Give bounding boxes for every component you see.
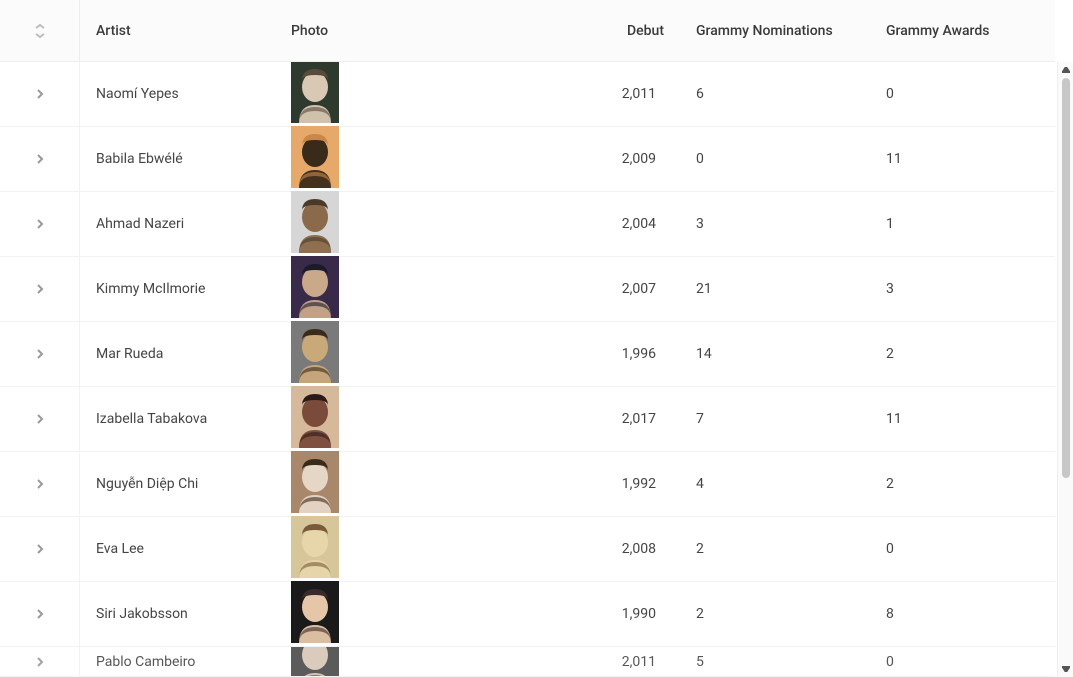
table-body: Naomí Yepes 2,011 6 0 Babila Ebwélé 2,00… (0, 62, 1055, 677)
column-header-awards[interactable]: Grammy Awards (870, 23, 1055, 39)
expand-row-cell (0, 62, 80, 126)
artist-photo (291, 647, 339, 677)
artist-photo (291, 516, 339, 578)
table-row: Nguyễn Diệp Chi 1,992 4 2 (0, 452, 1055, 517)
chevron-right-icon[interactable] (29, 408, 51, 430)
award-count: 1 (870, 216, 1055, 232)
artist-photo (291, 386, 339, 448)
artist-photo (291, 256, 339, 318)
debut-year: 2,017 (575, 411, 680, 427)
chevron-right-icon[interactable] (29, 603, 51, 625)
artist-photo (291, 581, 339, 643)
award-count: 3 (870, 281, 1055, 297)
expand-all-toggle[interactable] (0, 0, 80, 61)
debut-year: 2,011 (575, 86, 680, 102)
table-row: Izabella Tabakova 2,017 7 11 (0, 387, 1055, 452)
chevron-right-icon[interactable] (29, 148, 51, 170)
expand-row-cell (0, 127, 80, 191)
award-count: 0 (870, 654, 1055, 670)
artist-name: Ahmad Nazeri (80, 216, 275, 232)
scroll-down-arrow[interactable] (1058, 661, 1073, 677)
table-row: Siri Jakobsson 1,990 2 8 (0, 582, 1055, 647)
chevron-right-icon[interactable] (29, 651, 51, 673)
award-count: 11 (870, 151, 1055, 167)
artist-photo (291, 126, 339, 188)
expand-row-cell (0, 647, 80, 676)
expand-row-cell (0, 452, 80, 516)
column-header-nominations[interactable]: Grammy Nominations (680, 23, 870, 39)
table-row: Kimmy McIlmorie 2,007 21 3 (0, 257, 1055, 322)
nomination-count: 4 (680, 476, 870, 492)
debut-year: 2,011 (575, 654, 680, 670)
award-count: 2 (870, 346, 1055, 362)
debut-year: 2,008 (575, 541, 680, 557)
expand-row-cell (0, 192, 80, 256)
chevron-right-icon[interactable] (29, 278, 51, 300)
scrollbar-thumb[interactable] (1062, 78, 1070, 478)
artist-table: Artist Photo Debut Grammy Nominations Gr… (0, 0, 1073, 677)
nomination-count: 5 (680, 654, 870, 670)
nomination-count: 6 (680, 86, 870, 102)
nomination-count: 2 (680, 541, 870, 557)
debut-year: 1,996 (575, 346, 680, 362)
artist-name: Pablo Cambeiro (80, 654, 275, 670)
table-row: Mar Rueda 1,996 14 2 (0, 322, 1055, 387)
scroll-up-arrow[interactable] (1058, 62, 1073, 78)
table-row: Babila Ebwélé 2,009 0 11 (0, 127, 1055, 192)
nomination-count: 2 (680, 606, 870, 622)
award-count: 0 (870, 541, 1055, 557)
expand-row-cell (0, 517, 80, 581)
chevron-right-icon[interactable] (29, 213, 51, 235)
column-header-artist[interactable]: Artist (80, 23, 275, 39)
debut-year: 2,007 (575, 281, 680, 297)
artist-photo (291, 62, 339, 123)
artist-name: Mar Rueda (80, 346, 275, 362)
expand-row-cell (0, 387, 80, 451)
table-row: Naomí Yepes 2,011 6 0 (0, 62, 1055, 127)
debut-year: 2,004 (575, 216, 680, 232)
column-header-photo[interactable]: Photo (275, 23, 575, 39)
chevron-right-icon[interactable] (29, 473, 51, 495)
artist-name: Naomí Yepes (80, 86, 275, 102)
artist-name: Babila Ebwélé (80, 151, 275, 167)
column-header-debut[interactable]: Debut (575, 23, 680, 39)
table-header: Artist Photo Debut Grammy Nominations Gr… (0, 0, 1055, 62)
nomination-count: 14 (680, 346, 870, 362)
table-row: Ahmad Nazeri 2,004 3 1 (0, 192, 1055, 257)
award-count: 0 (870, 86, 1055, 102)
scrollbar[interactable] (1057, 62, 1073, 677)
chevron-right-icon[interactable] (29, 83, 51, 105)
award-count: 8 (870, 606, 1055, 622)
artist-name: Kimmy McIlmorie (80, 281, 275, 297)
artist-photo (291, 191, 339, 253)
nomination-count: 7 (680, 411, 870, 427)
nomination-count: 21 (680, 281, 870, 297)
table-row: Pablo Cambeiro 2,011 5 0 (0, 647, 1055, 677)
artist-photo (291, 451, 339, 513)
debut-year: 1,990 (575, 606, 680, 622)
artist-name: Siri Jakobsson (80, 606, 275, 622)
nomination-count: 0 (680, 151, 870, 167)
expand-row-cell (0, 582, 80, 646)
award-count: 11 (870, 411, 1055, 427)
table-row: Eva Lee 2,008 2 0 (0, 517, 1055, 582)
expand-row-cell (0, 322, 80, 386)
expand-row-cell (0, 257, 80, 321)
chevron-right-icon[interactable] (29, 538, 51, 560)
artist-name: Nguyễn Diệp Chi (80, 476, 275, 492)
chevron-right-icon[interactable] (29, 343, 51, 365)
debut-year: 1,992 (575, 476, 680, 492)
artist-name: Eva Lee (80, 541, 275, 557)
debut-year: 2,009 (575, 151, 680, 167)
nomination-count: 3 (680, 216, 870, 232)
award-count: 2 (870, 476, 1055, 492)
artist-photo (291, 321, 339, 383)
artist-name: Izabella Tabakova (80, 411, 275, 427)
